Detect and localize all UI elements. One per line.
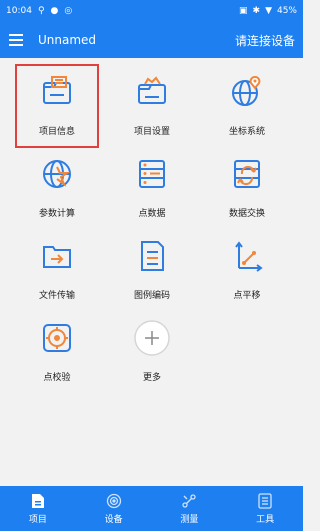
bottom-navigation: 项目 设备 测量 工具 <box>0 486 303 531</box>
legend-code-icon <box>130 234 174 278</box>
grid-item-label: 参数计算 <box>38 209 75 219</box>
connect-device-button[interactable]: 请连接设备 <box>235 32 295 49</box>
project-tab-icon <box>30 493 46 509</box>
device-tab-icon <box>106 493 122 509</box>
grid-item-label: 项目信息 <box>38 127 75 137</box>
project-settings-icon <box>130 70 174 114</box>
grid-item-label: 点平移 <box>233 291 261 301</box>
nav-tab-tools[interactable]: 工具 <box>227 486 303 531</box>
grid-item-legend-code[interactable]: 图例编码 <box>107 230 197 302</box>
grid-item-project-info[interactable]: 项目信息 <box>12 66 102 138</box>
battery-level: 45% <box>276 6 297 16</box>
grid-item-coordinate-system[interactable]: 坐标系统 <box>202 66 292 138</box>
nav-label: 设备 <box>104 514 123 525</box>
grid-item-more[interactable]: 更多 <box>107 312 197 384</box>
parameter-calc-icon <box>35 152 79 196</box>
menu-icon[interactable] <box>8 32 24 48</box>
point-data-icon <box>130 152 174 196</box>
point-check-icon <box>35 316 79 360</box>
nav-tab-measure[interactable]: 测量 <box>152 486 228 531</box>
app-notification-icon: ● <box>50 5 59 16</box>
bluetooth-icon: ✱ <box>252 5 261 16</box>
grid-item-data-exchange[interactable]: 数据交换 <box>202 148 292 220</box>
sync-icon: ◎ <box>64 5 73 16</box>
grid-item-point-check[interactable]: 点校验 <box>12 312 102 384</box>
measure-tab-icon <box>181 493 197 509</box>
grid-item-file-transfer[interactable]: 文件传输 <box>12 230 102 302</box>
grid-item-point-translate[interactable]: 点平移 <box>202 230 292 302</box>
app-header: Unnamed 请连接设备 <box>0 22 303 58</box>
grid-item-label: 点数据 <box>138 209 166 219</box>
status-bar: 10:04 ⚲ ● ◎ ▣ ✱ ▼ 45% <box>0 0 303 22</box>
nfc-icon: ▣ <box>239 5 248 16</box>
location-icon: ⚲ <box>37 5 45 16</box>
project-info-icon <box>35 70 79 114</box>
grid-item-label: 数据交换 <box>228 209 265 219</box>
tools-tab-icon <box>257 492 273 509</box>
wifi-icon: ▼ <box>265 5 272 16</box>
more-icon <box>130 316 174 360</box>
coordinate-system-icon <box>225 70 269 114</box>
file-transfer-icon <box>35 234 79 278</box>
grid-item-point-data[interactable]: 点数据 <box>107 148 197 220</box>
project-title: Unnamed <box>38 33 97 47</box>
grid-item-label: 点校验 <box>43 373 71 383</box>
function-grid: 项目信息 项目设置 坐标系统 参数计算 点数据 数据交换 文件传输 图例编码 点… <box>0 58 303 383</box>
grid-item-label: 更多 <box>142 373 161 383</box>
grid-item-parameter-calc[interactable]: 参数计算 <box>12 148 102 220</box>
nav-label: 测量 <box>180 514 199 525</box>
nav-label: 项目 <box>28 514 47 525</box>
nav-tab-device[interactable]: 设备 <box>76 486 152 531</box>
point-translate-icon <box>225 234 269 278</box>
grid-item-label: 坐标系统 <box>228 127 265 137</box>
grid-item-project-settings[interactable]: 项目设置 <box>107 66 197 138</box>
nav-tab-project[interactable]: 项目 <box>0 486 76 531</box>
data-exchange-icon <box>225 152 269 196</box>
nav-label: 工具 <box>256 514 275 525</box>
grid-item-label: 图例编码 <box>133 291 170 301</box>
grid-item-label: 项目设置 <box>133 127 170 137</box>
status-time: 10:04 <box>6 6 32 16</box>
grid-item-label: 文件传输 <box>38 291 75 301</box>
